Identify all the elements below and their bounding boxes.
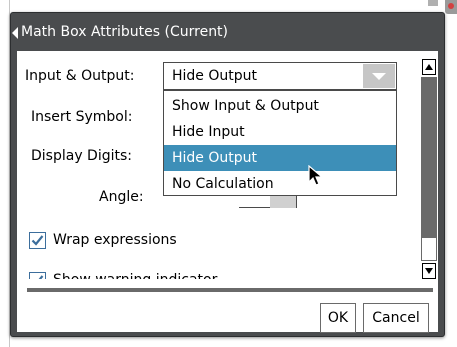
checkmark-icon (31, 235, 44, 246)
angle-label: Angle: (99, 189, 144, 205)
scroll-down-button[interactable] (422, 263, 436, 279)
chevron-down-icon[interactable] (363, 64, 395, 88)
dialog-titlebar[interactable]: Math Box Attributes (Current) (11, 13, 444, 51)
text-cursor-icon (12, 27, 18, 39)
checkmark-icon (38, 275, 44, 279)
show-warning-indicator-checkbox[interactable] (29, 272, 46, 279)
scroll-up-button[interactable] (422, 59, 436, 75)
input-output-dropdown-list: Show Input & Output Hide Input Hide Outp… (163, 90, 397, 196)
dropdown-option-show-input-output[interactable]: Show Input & Output (164, 93, 396, 119)
chevron-down-icon (425, 268, 433, 274)
checkbox-clip-region: Show warning indicator (17, 261, 417, 279)
display-digits-label: Display Digits: (31, 148, 133, 164)
chevron-up-icon (425, 64, 433, 70)
background-document-edge (0, 0, 10, 347)
cancel-button[interactable]: Cancel (363, 303, 429, 333)
dropdown-option-no-calculation[interactable]: No Calculation (164, 171, 396, 197)
background-toolbar-fragment (428, 0, 438, 6)
math-box-attributes-dialog: Math Box Attributes (Current) Input & Ou… (10, 12, 445, 337)
background-close-icon (445, 0, 457, 14)
scrollbar-track[interactable] (421, 237, 437, 261)
dialog-body: Input & Output: Insert Symbol: Display D… (17, 51, 438, 333)
mouse-pointer-icon (308, 165, 324, 186)
input-output-label: Input & Output: (25, 68, 135, 84)
show-warning-indicator-label: Show warning indicator (53, 271, 217, 279)
dropdown-option-hide-output[interactable]: Hide Output (164, 145, 396, 171)
dialog-title: Math Box Attributes (Current) (21, 24, 229, 40)
wrap-expressions-label: Wrap expressions (53, 232, 177, 248)
wrap-expressions-checkbox[interactable] (29, 232, 46, 249)
insert-symbol-label: Insert Symbol: (31, 109, 133, 125)
divider (27, 288, 433, 292)
dropdown-option-hide-input[interactable]: Hide Input (164, 119, 396, 145)
ok-button[interactable]: OK (320, 303, 356, 333)
input-output-value: Hide Output (172, 68, 257, 84)
scrollbar-thumb[interactable] (421, 77, 437, 237)
input-output-select[interactable]: Hide Output (163, 62, 397, 90)
background-app (0, 0, 457, 9)
